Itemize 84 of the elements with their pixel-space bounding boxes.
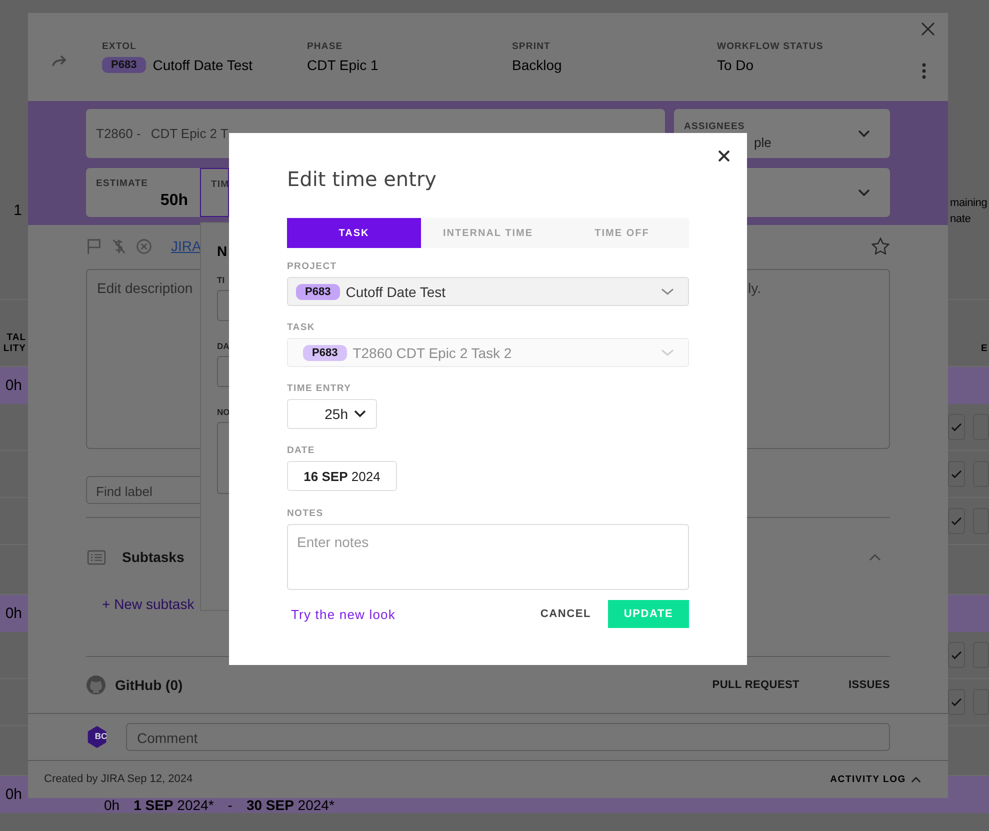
date-separator: - — [228, 797, 232, 813]
hours-value: 0h — [104, 797, 120, 813]
project-name: Cutoff Date Test — [152, 57, 253, 73]
user-avatar-icon — [86, 725, 108, 749]
time-dropdown[interactable]: 25h — [287, 399, 377, 429]
cancel-circle-icon[interactable] — [136, 238, 152, 254]
activity-log-button[interactable]: ACTIVITY LOG — [830, 774, 921, 784]
check-icon — [950, 650, 962, 660]
check-icon — [950, 516, 962, 526]
check-icon — [950, 470, 962, 478]
field-label: ESTIMATE — [96, 178, 150, 188]
field-label: DATE — [287, 445, 316, 456]
more-icon[interactable] — [922, 63, 926, 79]
popup-title: N — [217, 243, 228, 259]
avatar-initials: BC — [94, 731, 108, 741]
github-tab[interactable]: ISSUES — [848, 679, 890, 691]
project-badge: P683 — [296, 284, 340, 300]
task-code: T2860 - — [96, 126, 141, 141]
section-title: GitHub (0) — [115, 677, 183, 693]
star-icon[interactable] — [871, 236, 890, 256]
created-info: Created by JIRA Sep 12, 2024 — [44, 773, 193, 785]
total-hours: 0h — [5, 376, 23, 394]
cancel-button[interactable]: CANCEL — [540, 608, 591, 620]
project-badge: P683 — [303, 344, 347, 360]
field-label: DA — [217, 341, 230, 351]
field-label: TIME ENTRY — [287, 383, 352, 394]
start-date: 1 SEP 2024* — [134, 797, 214, 813]
tab[interactable]: TASK — [287, 218, 421, 248]
field-value: CDT Epic 1 — [307, 57, 380, 73]
column-text: nate — [949, 212, 972, 224]
github-icon — [86, 675, 106, 695]
no-dollar-icon[interactable] — [111, 238, 127, 254]
github-tab[interactable]: PULL REQUEST — [712, 679, 800, 691]
field-label: NO — [217, 407, 231, 417]
description-text: ly. — [748, 280, 761, 296]
date-field[interactable]: 16 SEP 2024 — [287, 461, 397, 491]
jira-link[interactable]: JIRA — [171, 238, 202, 254]
chevron-down-icon — [858, 188, 870, 196]
assignees-value: ple — [754, 135, 772, 150]
chevron-down-icon — [354, 410, 366, 418]
field-label: TASK — [287, 322, 316, 333]
check-icon — [950, 698, 962, 706]
chevron-up-icon — [911, 776, 921, 782]
end-date: 30 SEP 2024* — [246, 797, 334, 813]
field-label: SPRINT — [512, 41, 552, 52]
field-label: NOTES — [287, 508, 324, 519]
close-icon[interactable] — [718, 150, 730, 162]
dialog-title: Edit time entry — [287, 167, 438, 193]
chevron-down-icon — [858, 130, 870, 138]
column-heading: TAL LITY — [2, 332, 27, 354]
chevron-down-icon — [661, 348, 674, 356]
section-title: Subtasks — [122, 549, 184, 565]
estimate-field[interactable]: ESTIMATE 50h — [86, 168, 200, 216]
select-value: T2860 CDT Epic 2 Task 2 — [352, 344, 512, 360]
select-field[interactable]: P683 Cutoff Date Test — [287, 277, 689, 306]
task-title: CDT Epic 2 T — [150, 126, 228, 141]
field-label: ASSIGNEES — [684, 121, 746, 132]
new-subtask-link[interactable]: + New subtask — [86, 596, 194, 612]
new-look-link[interactable]: Try the new look — [287, 606, 396, 622]
check-icon — [950, 422, 962, 432]
field-value: Backlog — [512, 57, 563, 73]
chevron-up-icon[interactable] — [869, 553, 881, 561]
flag-icon[interactable] — [86, 238, 102, 254]
field-label: PHASE — [307, 41, 344, 52]
select-value: Cutoff Date Test — [346, 284, 446, 300]
project-badge: P683 — [102, 57, 146, 73]
chevron-down-icon — [661, 288, 674, 296]
field-label: WORKFLOW STATUS — [717, 41, 824, 52]
tab[interactable]: INTERNAL TIME — [421, 218, 555, 248]
field-label: EXTOL — [102, 41, 138, 52]
column-heading: E — [980, 343, 989, 354]
column-text: maining — [949, 196, 988, 208]
list-icon — [87, 550, 106, 564]
share-arrow-icon[interactable] — [52, 55, 68, 67]
description-placeholder: Edit description — [97, 280, 193, 296]
total-hours: 0h — [5, 786, 23, 802]
notes-field[interactable]: Enter notes — [287, 524, 689, 590]
row-number: 1 — [14, 202, 23, 218]
field-label: TI — [217, 275, 226, 285]
total-hours: 0h — [5, 604, 23, 622]
field-value: To Do — [717, 57, 755, 73]
field-label: PROJECT — [287, 261, 338, 272]
tab[interactable]: TIME OFF — [555, 218, 689, 248]
comment-field[interactable]: Comment — [126, 723, 890, 751]
